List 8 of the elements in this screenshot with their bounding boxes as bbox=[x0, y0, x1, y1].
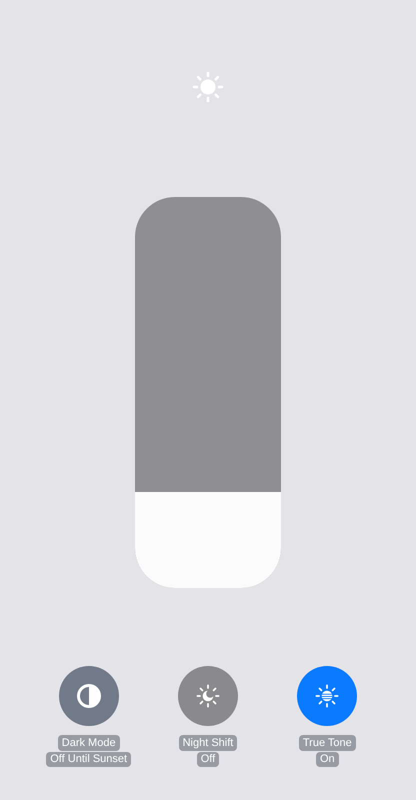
brightness-icon bbox=[191, 70, 225, 104]
toggle-status: On bbox=[316, 752, 339, 767]
toggle-label: True Tone bbox=[298, 735, 356, 751]
toggle-status: Off Until Sunset bbox=[46, 752, 132, 767]
brightness-slider[interactable] bbox=[135, 197, 281, 588]
toggle-label: Night Shift bbox=[178, 735, 238, 751]
toggle-status: Off bbox=[196, 752, 220, 767]
toggle-label: Dark Mode bbox=[58, 735, 120, 751]
